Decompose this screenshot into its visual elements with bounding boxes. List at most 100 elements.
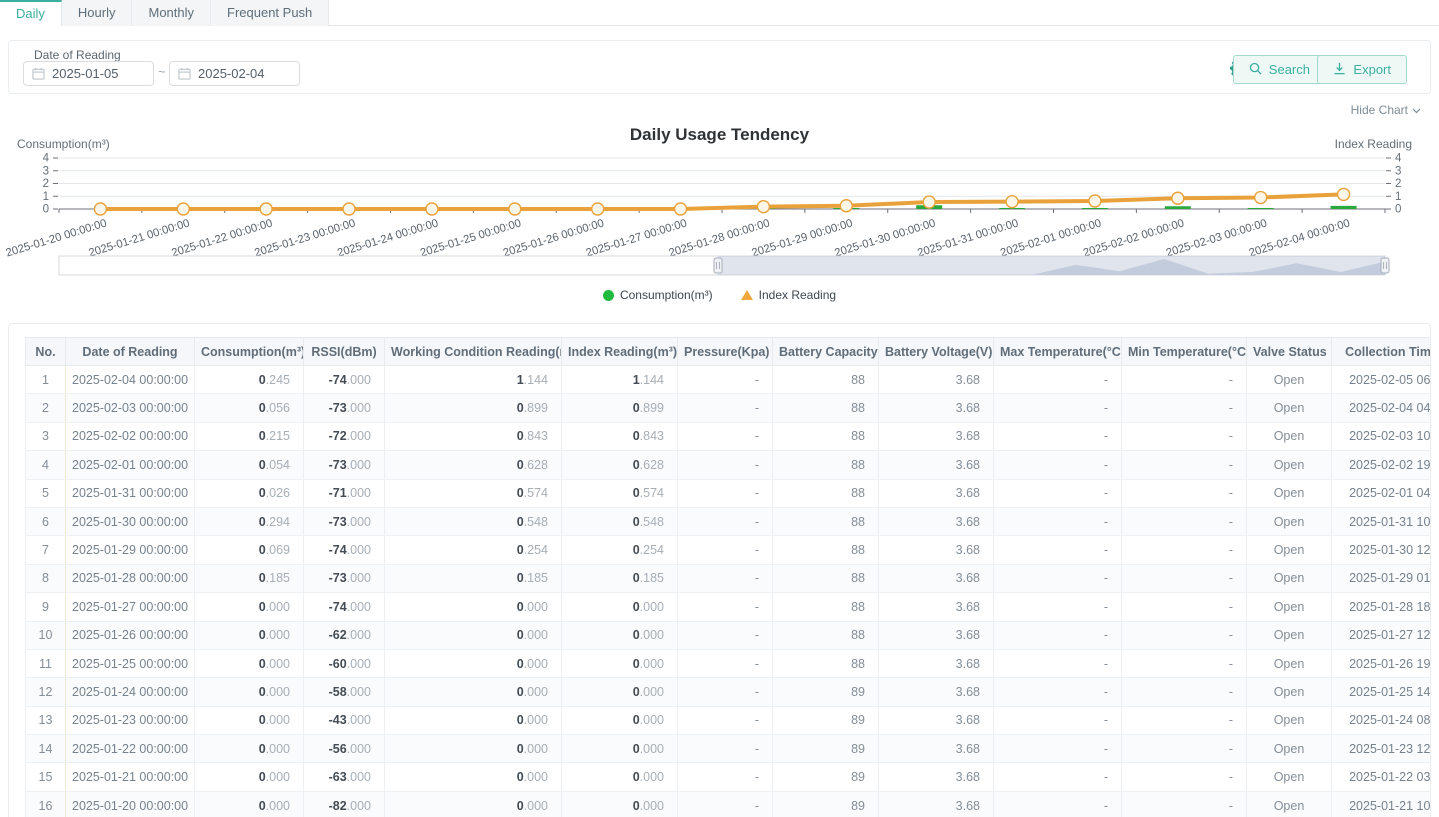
column-header-collection-time: Collection Time	[1332, 338, 1431, 366]
cell-min-temperature-c: -	[1122, 507, 1247, 535]
cell-collection-time: 2025-02-04 04:	[1332, 394, 1431, 422]
cell-index-reading-m: 0.254	[562, 536, 678, 564]
cell-min-temperature-c: -	[1122, 394, 1247, 422]
hide-chart-label: Hide Chart	[1351, 103, 1408, 117]
gridlines	[59, 158, 1385, 196]
calendar-icon	[178, 67, 191, 80]
cell-working-condition-reading-m: 0.628	[385, 451, 562, 479]
cell-no: 13	[26, 706, 66, 734]
table-row: 112025-01-25 00:00:000.000-60.0000.0000.…	[26, 649, 1431, 677]
cell-working-condition-reading-m: 1.144	[385, 366, 562, 394]
filter-card: Date of Reading ~ Search	[8, 40, 1431, 94]
cell-consumption-m: 0.294	[195, 507, 304, 535]
cell-battery-capacity: 88	[773, 564, 879, 592]
cell-min-temperature-c: -	[1122, 366, 1247, 394]
chevron-down-icon	[1412, 103, 1421, 117]
cell-date-of-reading: 2025-02-03 00:00:00	[66, 394, 195, 422]
cell-pressure-kpa: -	[678, 649, 773, 677]
cell-working-condition-reading-m: 0.185	[385, 564, 562, 592]
datazoom-handle-left[interactable]	[714, 258, 722, 273]
tab-monthly[interactable]: Monthly	[132, 0, 211, 26]
cell-consumption-m: 0.000	[195, 678, 304, 706]
svg-text:4: 4	[1395, 153, 1402, 165]
cell-pressure-kpa: -	[678, 706, 773, 734]
chart-title: Daily Usage Tendency	[0, 125, 1439, 145]
column-header-pressure-kpa: Pressure(Kpa)	[678, 338, 773, 366]
cell-collection-time: 2025-02-03 10:	[1332, 422, 1431, 450]
cell-index-reading-m: 0.000	[562, 763, 678, 791]
tab-hourly[interactable]: Hourly	[62, 0, 133, 26]
export-button[interactable]: Export	[1317, 55, 1407, 84]
cell-rssi-dbm: -73.000	[304, 394, 385, 422]
column-header-rssi-dbm: RSSI(dBm)	[304, 338, 385, 366]
cell-pressure-kpa: -	[678, 593, 773, 621]
cell-date-of-reading: 2025-02-04 00:00:00	[66, 366, 195, 394]
hide-chart-toggle[interactable]: Hide Chart	[1351, 103, 1421, 117]
cell-pressure-kpa: -	[678, 564, 773, 592]
cell-index-reading-m: 0.000	[562, 706, 678, 734]
cell-date-of-reading: 2025-01-27 00:00:00	[66, 593, 195, 621]
cell-min-temperature-c: -	[1122, 621, 1247, 649]
legend-item-index-reading[interactable]: Index Reading	[741, 288, 836, 302]
cell-working-condition-reading-m: 0.254	[385, 536, 562, 564]
tab-daily[interactable]: Daily	[0, 0, 62, 26]
datazoom-handle-right[interactable]	[1381, 258, 1389, 273]
date-to-input[interactable]	[198, 66, 288, 81]
cell-valve-status: Open	[1247, 536, 1332, 564]
tab-frequent-push[interactable]: Frequent Push	[211, 0, 329, 26]
cell-index-reading-m: 0.000	[562, 791, 678, 817]
table-row: 102025-01-26 00:00:000.000-62.0000.0000.…	[26, 621, 1431, 649]
cell-working-condition-reading-m: 0.000	[385, 678, 562, 706]
cell-date-of-reading: 2025-01-25 00:00:00	[66, 649, 195, 677]
cell-valve-status: Open	[1247, 621, 1332, 649]
svg-text:0: 0	[43, 204, 49, 216]
cell-min-temperature-c: -	[1122, 593, 1247, 621]
cell-pressure-kpa: -	[678, 621, 773, 649]
cell-max-temperature-c: -	[994, 735, 1122, 763]
datazoom-selected-region[interactable]	[718, 256, 1385, 275]
search-button-label: Search	[1269, 62, 1310, 77]
cell-pressure-kpa: -	[678, 735, 773, 763]
datazoom-brush[interactable]	[59, 256, 1389, 275]
cell-consumption-m: 0.000	[195, 649, 304, 677]
cell-battery-capacity: 88	[773, 536, 879, 564]
cell-collection-time: 2025-01-30 12:	[1332, 536, 1431, 564]
date-from-input[interactable]	[52, 66, 142, 81]
cell-rssi-dbm: -43.000	[304, 706, 385, 734]
cell-no: 1	[26, 366, 66, 394]
cell-battery-capacity: 88	[773, 422, 879, 450]
cell-battery-voltage-v: 3.68	[879, 536, 994, 564]
readings-table: No.Date of ReadingConsumption(m³)RSSI(dB…	[25, 337, 1430, 817]
export-button-label: Export	[1353, 62, 1391, 77]
cell-min-temperature-c: -	[1122, 735, 1247, 763]
cell-min-temperature-c: -	[1122, 422, 1247, 450]
table-row: 142025-01-22 00:00:000.000-56.0000.0000.…	[26, 735, 1431, 763]
cell-collection-time: 2025-02-05 06:	[1332, 366, 1431, 394]
readings-table-wrap: No.Date of ReadingConsumption(m³)RSSI(dB…	[25, 337, 1430, 817]
column-header-valve-status: Valve Status	[1247, 338, 1332, 366]
cell-valve-status: Open	[1247, 791, 1332, 817]
cell-date-of-reading: 2025-01-30 00:00:00	[66, 507, 195, 535]
cell-pressure-kpa: -	[678, 507, 773, 535]
date-to-picker[interactable]	[169, 61, 300, 86]
cell-date-of-reading: 2025-01-22 00:00:00	[66, 735, 195, 763]
meter-reading-page: DailyHourlyMonthlyFrequent Push Date of …	[0, 0, 1439, 817]
cell-index-reading-m: 0.000	[562, 678, 678, 706]
cell-no: 15	[26, 763, 66, 791]
readings-table-card: No.Date of ReadingConsumption(m³)RSSI(dB…	[8, 323, 1431, 817]
cell-index-reading-m: 0.185	[562, 564, 678, 592]
legend-item-consumption[interactable]: Consumption(m³)	[603, 288, 713, 302]
cell-no: 5	[26, 479, 66, 507]
date-from-picker[interactable]	[23, 61, 154, 86]
table-row: 22025-02-03 00:00:000.056-73.0000.8990.8…	[26, 394, 1431, 422]
cell-date-of-reading: 2025-01-28 00:00:00	[66, 564, 195, 592]
cell-battery-voltage-v: 3.68	[879, 649, 994, 677]
search-button[interactable]: Search	[1233, 55, 1326, 84]
cell-min-temperature-c: -	[1122, 564, 1247, 592]
cell-index-reading-m: 0.000	[562, 649, 678, 677]
cell-battery-voltage-v: 3.68	[879, 791, 994, 817]
cell-consumption-m: 0.000	[195, 763, 304, 791]
cell-working-condition-reading-m: 0.899	[385, 394, 562, 422]
cell-max-temperature-c: -	[994, 763, 1122, 791]
cell-collection-time: 2025-01-25 14:	[1332, 678, 1431, 706]
